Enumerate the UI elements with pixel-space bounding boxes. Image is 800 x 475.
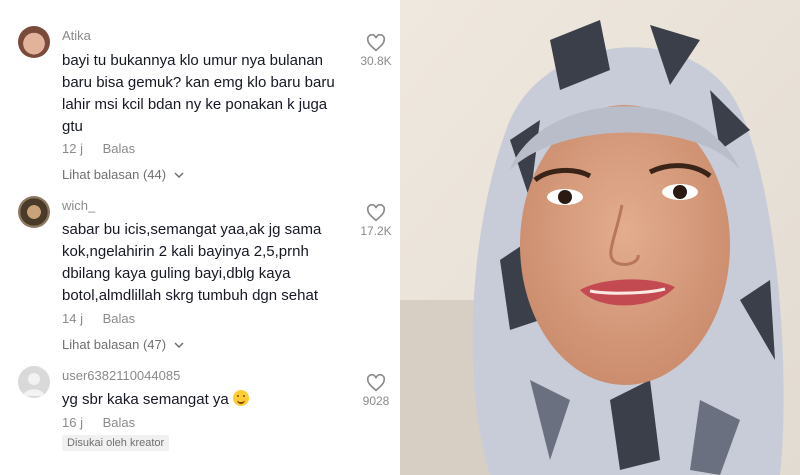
chevron-down-icon xyxy=(174,172,184,179)
like-count: 9028 xyxy=(362,394,390,408)
comment-line: kok,ngelahirin 2 kali bayinya 2,5,prnh xyxy=(62,243,309,260)
woman-portrait-image xyxy=(400,0,800,475)
comment-line: sabar bu icis,semangat yaa,ak jg sama xyxy=(62,221,322,238)
comment-text: bayi tu bukannya klo umur nya bulanan ba… xyxy=(62,50,352,138)
like-count: 17.2K xyxy=(360,224,392,238)
comment-meta: 12 j Balas xyxy=(62,141,151,156)
heart-icon xyxy=(366,374,386,392)
comment-time: 16 j xyxy=(62,415,83,430)
like-button[interactable]: 9028 xyxy=(356,374,396,408)
chevron-down-icon xyxy=(174,342,184,349)
like-button[interactable]: 17.2K xyxy=(356,204,396,238)
comment-line: bayi tu bukannya klo umur nya bulanan xyxy=(62,52,324,69)
view-replies-button[interactable]: Lihat balasan (47) xyxy=(62,337,184,352)
comment-line: lahir msi kcil bdan ny ke ponakan k juga xyxy=(62,96,328,113)
view-replies-label: Lihat balasan (44) xyxy=(62,167,167,182)
heart-icon xyxy=(366,34,386,52)
comment-meta: 14 j Balas xyxy=(62,311,151,326)
comment-line: yg sbr kaka semangat ya xyxy=(62,391,229,408)
comments-panel: Atika bayi tu bukannya klo umur nya bula… xyxy=(0,0,400,475)
avatar[interactable] xyxy=(18,26,50,58)
heart-icon xyxy=(366,204,386,222)
comment-username[interactable]: wich_ xyxy=(62,198,95,213)
view-replies-button[interactable]: Lihat balasan (44) xyxy=(62,167,184,182)
default-avatar-icon xyxy=(23,373,45,396)
like-count: 30.8K xyxy=(360,54,392,68)
avatar[interactable] xyxy=(18,366,50,398)
comment-line: gtu xyxy=(62,118,83,135)
like-button[interactable]: 30.8K xyxy=(356,34,396,68)
comment-text: yg sbr kaka semangat ya xyxy=(62,389,352,411)
reply-button[interactable]: Balas xyxy=(103,415,136,430)
comment-line: baru bisa gemuk? kan emg klo baru baru xyxy=(62,74,335,91)
creator-liked-badge: Disukai oleh kreator xyxy=(62,435,170,451)
comment-line: dbilang kaya guling bayi,dblg kaya xyxy=(62,265,291,282)
view-replies-label: Lihat balasan (47) xyxy=(62,337,167,352)
comment-time: 14 j xyxy=(62,311,83,326)
comment-username[interactable]: user6382110044085 xyxy=(62,368,180,383)
reply-button[interactable]: Balas xyxy=(103,141,136,156)
video-photo xyxy=(400,0,800,475)
comment-username[interactable]: Atika xyxy=(62,28,91,43)
avatar[interactable] xyxy=(18,196,50,228)
comment-text: sabar bu icis,semangat yaa,ak jg sama ko… xyxy=(62,219,352,307)
comment-meta: 16 j Balas xyxy=(62,415,151,430)
comment-time: 12 j xyxy=(62,141,83,156)
reply-button[interactable]: Balas xyxy=(103,311,136,326)
comment-line: botol,almdlillah skrg tumbuh dgn sehat xyxy=(62,287,318,304)
hugging-face-emoji-icon xyxy=(232,390,249,406)
